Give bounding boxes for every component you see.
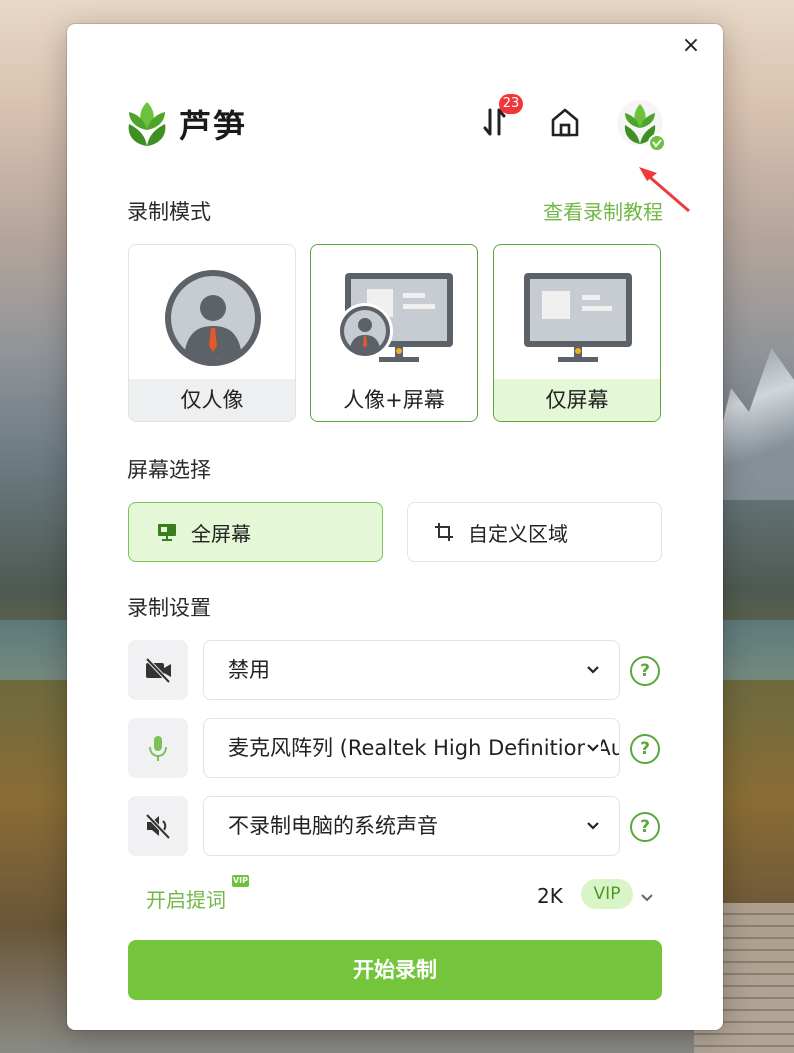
asparagus-logo-icon	[128, 102, 166, 146]
microphone-help-button[interactable]: ?	[630, 734, 660, 764]
microphone-select[interactable]: 麦克风阵列 (Realtek High Definition Audio)	[203, 718, 620, 778]
system-audio-setting-row: 不录制电脑的系统声音 ?	[128, 796, 723, 856]
app-logo: 芦笋	[127, 100, 247, 148]
vip-badge: VIP	[232, 875, 249, 887]
custom-area-option[interactable]: 自定义区域	[407, 502, 662, 562]
speaker-off-icon	[145, 813, 171, 840]
mode-person-only[interactable]: 仅人像	[128, 244, 296, 422]
avatar-icon	[617, 100, 666, 152]
mode-label: 仅人像	[129, 379, 295, 421]
crop-icon	[435, 523, 453, 541]
mode-label: 仅屏幕	[494, 379, 660, 421]
home-icon	[551, 108, 579, 137]
system-audio-help-button[interactable]: ?	[630, 812, 660, 842]
teleprompter-toggle[interactable]: 开启提词	[146, 884, 226, 913]
person-screen-icon	[337, 273, 453, 362]
chevron-down-icon	[587, 822, 599, 830]
screen-select-title: 屏幕选择	[127, 458, 211, 482]
recorder-dialog: × 芦笋 23 录制模式 查看录制教程 仅人像 人像+屏幕 仅屏幕 屏幕选择 全…	[67, 24, 723, 1030]
system-audio-select[interactable]: 不录制电脑的系统声音	[203, 796, 620, 856]
fullscreen-option[interactable]: 全屏幕	[128, 502, 383, 562]
chevron-down-icon	[587, 666, 599, 674]
camera-select[interactable]: 禁用	[203, 640, 620, 700]
camera-off-icon	[145, 657, 171, 684]
mode-person-screen[interactable]: 人像+屏幕	[310, 244, 478, 422]
sync-button[interactable]: 23	[477, 94, 523, 140]
person-avatar-icon	[165, 270, 261, 366]
resolution-value: 2K	[537, 884, 563, 908]
chevron-down-icon[interactable]	[639, 890, 655, 906]
mode-label: 人像+屏幕	[311, 379, 477, 421]
app-name: 芦笋	[179, 107, 248, 145]
monitor-icon	[524, 273, 632, 362]
custom-area-label: 自定义区域	[468, 521, 568, 546]
camera-toggle[interactable]	[128, 640, 188, 700]
system-audio-toggle[interactable]	[128, 796, 188, 856]
microphone-toggle[interactable]	[128, 718, 188, 778]
resolution-vip-badge: VIP	[581, 879, 633, 909]
record-settings-title: 录制设置	[127, 596, 211, 620]
notification-badge: 23	[499, 94, 523, 114]
chevron-down-icon	[585, 740, 601, 756]
microphone-value: 麦克风阵列 (Realtek High Definition Audio)	[228, 736, 619, 760]
monitor-small-icon	[158, 524, 176, 541]
user-avatar[interactable]	[617, 100, 666, 152]
fullscreen-label: 全屏幕	[191, 521, 251, 546]
camera-value: 禁用	[228, 658, 270, 682]
tutorial-link[interactable]: 查看录制教程	[543, 196, 663, 225]
mode-screen-only[interactable]: 仅屏幕	[493, 244, 661, 422]
camera-setting-row: 禁用 ?	[128, 640, 723, 700]
record-mode-title: 录制模式	[127, 200, 211, 224]
camera-help-button[interactable]: ?	[630, 656, 660, 686]
microphone-icon	[149, 736, 167, 761]
start-recording-button[interactable]: 开始录制	[128, 940, 662, 1000]
system-audio-value: 不录制电脑的系统声音	[228, 814, 438, 838]
close-button[interactable]: ×	[679, 34, 703, 58]
microphone-setting-row: 麦克风阵列 (Realtek High Definition Audio) ?	[128, 718, 723, 778]
home-button[interactable]	[547, 104, 583, 140]
